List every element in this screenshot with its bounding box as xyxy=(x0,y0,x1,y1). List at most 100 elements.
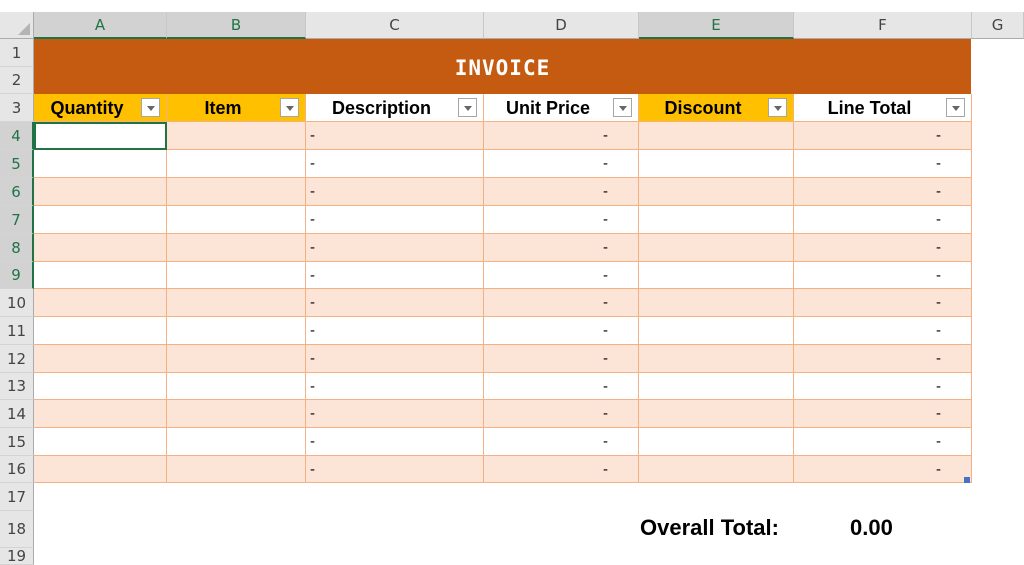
cell-e4[interactable] xyxy=(639,122,794,150)
cell-a14[interactable] xyxy=(34,400,167,428)
cell-c15[interactable]: - xyxy=(306,428,484,456)
column-header-e[interactable]: E xyxy=(639,12,794,39)
cell-f6[interactable]: - xyxy=(794,178,972,206)
cell-e7[interactable] xyxy=(639,206,794,234)
cell-c5[interactable]: - xyxy=(306,150,484,178)
filter-dropdown-unit-price-icon[interactable] xyxy=(613,98,632,117)
fill-handle-icon[interactable] xyxy=(964,477,970,483)
overall-total-value[interactable]: 0.00 xyxy=(850,512,920,544)
cell-d8[interactable]: - xyxy=(484,234,639,262)
row-header-2[interactable]: 2 xyxy=(0,67,34,94)
cell-b16[interactable] xyxy=(167,456,306,483)
cell-d4[interactable]: - xyxy=(484,122,639,150)
row-header-15[interactable]: 15 xyxy=(0,428,34,456)
row-header-14[interactable]: 14 xyxy=(0,400,34,428)
cell-c11[interactable]: - xyxy=(306,317,484,345)
cell-f9[interactable]: - xyxy=(794,262,972,289)
filter-dropdown-discount-icon[interactable] xyxy=(768,98,787,117)
cell-a16[interactable] xyxy=(34,456,167,483)
overall-total-label[interactable]: Overall Total: xyxy=(640,512,800,544)
cell-f12[interactable]: - xyxy=(794,345,972,373)
cell-e12[interactable] xyxy=(639,345,794,373)
cell-d12[interactable]: - xyxy=(484,345,639,373)
cell-c10[interactable]: - xyxy=(306,289,484,317)
column-header-b[interactable]: B xyxy=(167,12,306,39)
cell-d7[interactable]: - xyxy=(484,206,639,234)
column-header-a[interactable]: A xyxy=(34,12,167,39)
cell-a12[interactable] xyxy=(34,345,167,373)
cell-b14[interactable] xyxy=(167,400,306,428)
cell-b13[interactable] xyxy=(167,373,306,400)
cell-f11[interactable]: - xyxy=(794,317,972,345)
cell-c7[interactable]: - xyxy=(306,206,484,234)
cell-b6[interactable] xyxy=(167,178,306,206)
row-header-17[interactable]: 17 xyxy=(0,483,34,511)
cell-c9[interactable]: - xyxy=(306,262,484,289)
row-header-8[interactable]: 8 xyxy=(0,234,34,262)
cell-d13[interactable]: - xyxy=(484,373,639,400)
cell-e15[interactable] xyxy=(639,428,794,456)
cell-d11[interactable]: - xyxy=(484,317,639,345)
filter-dropdown-description-icon[interactable] xyxy=(458,98,477,117)
cell-a10[interactable] xyxy=(34,289,167,317)
select-all-corner[interactable] xyxy=(0,12,34,39)
cell-b9[interactable] xyxy=(167,262,306,289)
cell-f10[interactable]: - xyxy=(794,289,972,317)
row-header-11[interactable]: 11 xyxy=(0,317,34,345)
cell-c4[interactable]: - xyxy=(306,122,484,150)
column-header-c[interactable]: C xyxy=(306,12,484,39)
row-header-18[interactable]: 18 xyxy=(0,511,34,548)
cell-a9[interactable] xyxy=(34,262,167,289)
cell-d10[interactable]: - xyxy=(484,289,639,317)
cell-a15[interactable] xyxy=(34,428,167,456)
cell-e8[interactable] xyxy=(639,234,794,262)
column-header-g[interactable]: G xyxy=(972,12,1024,39)
cell-a7[interactable] xyxy=(34,206,167,234)
cell-e11[interactable] xyxy=(639,317,794,345)
row-header-3[interactable]: 3 xyxy=(0,94,34,122)
cell-b5[interactable] xyxy=(167,150,306,178)
cell-d14[interactable]: - xyxy=(484,400,639,428)
cell-f4[interactable]: - xyxy=(794,122,972,150)
row-header-16[interactable]: 16 xyxy=(0,456,34,483)
cell-e10[interactable] xyxy=(639,289,794,317)
cell-d15[interactable]: - xyxy=(484,428,639,456)
row-header-12[interactable]: 12 xyxy=(0,345,34,373)
cell-d16[interactable]: - xyxy=(484,456,639,483)
cell-f13[interactable]: - xyxy=(794,373,972,400)
cell-a4[interactable] xyxy=(34,122,167,150)
column-header-f[interactable]: F xyxy=(794,12,972,39)
cell-a5[interactable] xyxy=(34,150,167,178)
filter-dropdown-quantity-icon[interactable] xyxy=(141,98,160,117)
row-header-5[interactable]: 5 xyxy=(0,150,34,178)
row-header-9[interactable]: 9 xyxy=(0,262,34,289)
row-header-19[interactable]: 19 xyxy=(0,548,34,565)
cell-f5[interactable]: - xyxy=(794,150,972,178)
cell-e16[interactable] xyxy=(639,456,794,483)
cell-e13[interactable] xyxy=(639,373,794,400)
cell-f8[interactable]: - xyxy=(794,234,972,262)
cell-a6[interactable] xyxy=(34,178,167,206)
cell-b4[interactable] xyxy=(167,122,306,150)
cell-b8[interactable] xyxy=(167,234,306,262)
cell-f15[interactable]: - xyxy=(794,428,972,456)
column-header-d[interactable]: D xyxy=(484,12,639,39)
cell-c8[interactable]: - xyxy=(306,234,484,262)
cell-d5[interactable]: - xyxy=(484,150,639,178)
cell-a11[interactable] xyxy=(34,317,167,345)
cell-b7[interactable] xyxy=(167,206,306,234)
row-header-6[interactable]: 6 xyxy=(0,178,34,206)
cell-e5[interactable] xyxy=(639,150,794,178)
cell-e6[interactable] xyxy=(639,178,794,206)
cell-c6[interactable]: - xyxy=(306,178,484,206)
cell-f7[interactable]: - xyxy=(794,206,972,234)
cell-c16[interactable]: - xyxy=(306,456,484,483)
row-header-7[interactable]: 7 xyxy=(0,206,34,234)
row-header-4[interactable]: 4 xyxy=(0,122,34,150)
cell-c13[interactable]: - xyxy=(306,373,484,400)
cell-b12[interactable] xyxy=(167,345,306,373)
row-header-13[interactable]: 13 xyxy=(0,373,34,400)
row-header-10[interactable]: 10 xyxy=(0,289,34,317)
cell-f14[interactable]: - xyxy=(794,400,972,428)
cell-e14[interactable] xyxy=(639,400,794,428)
